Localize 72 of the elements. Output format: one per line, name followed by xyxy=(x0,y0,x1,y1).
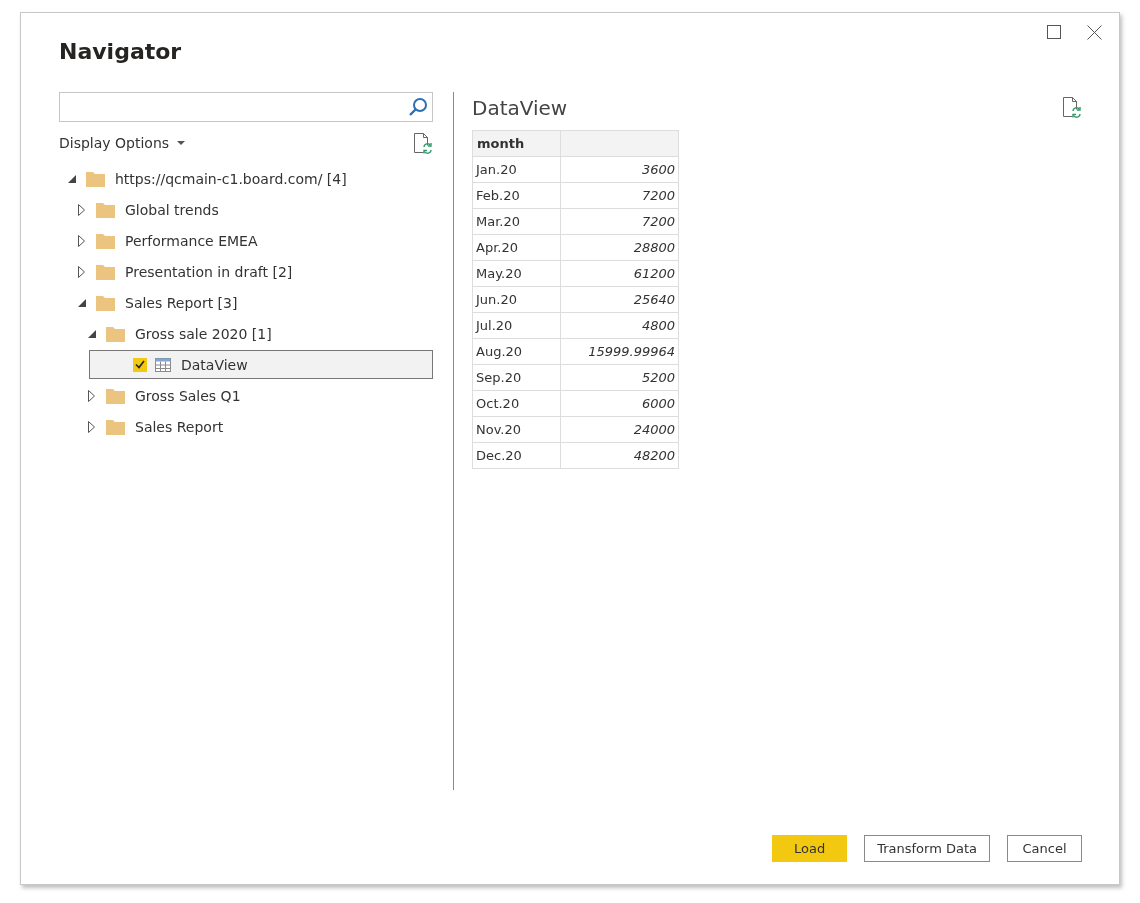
folder-icon xyxy=(106,418,125,435)
table-cell: 7200 xyxy=(560,208,679,235)
table-item[interactable]: DataView xyxy=(89,350,433,379)
expanded-arrow-icon[interactable] xyxy=(88,329,96,338)
folder-item[interactable]: Performance EMEA xyxy=(59,226,433,255)
tree-item-label: Sales Report [3] xyxy=(125,294,238,311)
table-cell: 28800 xyxy=(560,234,679,261)
table-cell: Apr.20 xyxy=(472,234,561,261)
table-cell: Feb.20 xyxy=(472,182,561,209)
table-cell: Dec.20 xyxy=(472,442,561,469)
folder-item[interactable]: Gross Sales Q1 xyxy=(59,381,433,410)
table-cell: 5200 xyxy=(560,364,679,391)
search-icon[interactable] xyxy=(408,97,428,117)
folder-item[interactable]: Sales Report xyxy=(59,412,433,441)
tree-item-label: https://qcmain-c1.board.com/ [4] xyxy=(115,170,347,187)
search-field[interactable] xyxy=(59,92,433,122)
table-cell: 24000 xyxy=(560,416,679,443)
folder-icon xyxy=(96,232,115,249)
folder-item[interactable]: Global trends xyxy=(59,195,433,224)
tree-item-label: Performance EMEA xyxy=(125,232,258,249)
table-cell: Nov.20 xyxy=(472,416,561,443)
load-button[interactable]: Load xyxy=(772,835,848,862)
refresh-document-icon[interactable] xyxy=(413,132,433,154)
folder-icon xyxy=(96,201,115,218)
collapsed-arrow-icon[interactable] xyxy=(88,389,95,402)
tree-item-label: Gross sale 2020 [1] xyxy=(135,325,272,342)
table-cell: Jul.20 xyxy=(472,312,561,339)
folder-icon xyxy=(86,170,105,187)
folder-icon xyxy=(96,294,115,311)
table-cell: Jan.20 xyxy=(472,156,561,183)
refresh-document-icon[interactable] xyxy=(1062,96,1082,118)
table-cell: Oct.20 xyxy=(472,390,561,417)
table-cell: 15999.99964 xyxy=(560,338,679,365)
table-cell: 6000 xyxy=(560,390,679,417)
table-cell: Jun.20 xyxy=(472,286,561,313)
folder-item[interactable]: Presentation in draft [2] xyxy=(59,257,433,286)
table-cell: Sep.20 xyxy=(472,364,561,391)
expanded-arrow-icon[interactable] xyxy=(78,298,86,307)
table-cell: 3600 xyxy=(560,156,679,183)
table-cell: Mar.20 xyxy=(472,208,561,235)
window-title: Navigator xyxy=(59,39,183,64)
table-cell: 48200 xyxy=(560,442,679,469)
table-cell: 61200 xyxy=(560,260,679,287)
folder-item[interactable]: Sales Report [3] xyxy=(59,288,433,317)
column-header: month xyxy=(472,130,561,157)
table-cell: 4800 xyxy=(560,312,679,339)
collapsed-arrow-icon[interactable] xyxy=(78,203,85,216)
folder-item[interactable]: https://qcmain-c1.board.com/ [4] xyxy=(59,164,433,193)
checkbox[interactable] xyxy=(133,357,147,372)
dialog-button[interactable]: Transform Data xyxy=(864,835,990,862)
display-options-dropdown[interactable]: Display Options xyxy=(59,135,186,151)
table-cell: May.20 xyxy=(472,260,561,287)
collapsed-arrow-icon[interactable] xyxy=(78,234,85,247)
tree-item-label: Sales Report xyxy=(135,418,224,435)
folder-icon xyxy=(106,325,125,342)
tree-item-label: Gross Sales Q1 xyxy=(135,387,241,404)
preview-title: DataView xyxy=(472,96,568,120)
folder-icon xyxy=(106,387,125,404)
collapsed-arrow-icon[interactable] xyxy=(78,265,85,278)
expanded-arrow-icon[interactable] xyxy=(68,174,76,183)
table-cell: 7200 xyxy=(560,182,679,209)
table-cell: 25640 xyxy=(560,286,679,313)
tree-item-label: Global trends xyxy=(125,201,219,218)
tree-item-label: Presentation in draft [2] xyxy=(125,263,293,280)
table-icon xyxy=(155,357,171,372)
folder-icon xyxy=(96,263,115,280)
folder-item[interactable]: Gross sale 2020 [1] xyxy=(59,319,433,348)
tree-item-label: DataView xyxy=(181,356,248,373)
collapsed-arrow-icon[interactable] xyxy=(88,420,95,433)
table-cell: Aug.20 xyxy=(472,338,561,365)
caret-icon xyxy=(177,140,186,146)
dialog-button[interactable]: Cancel xyxy=(1007,835,1082,862)
